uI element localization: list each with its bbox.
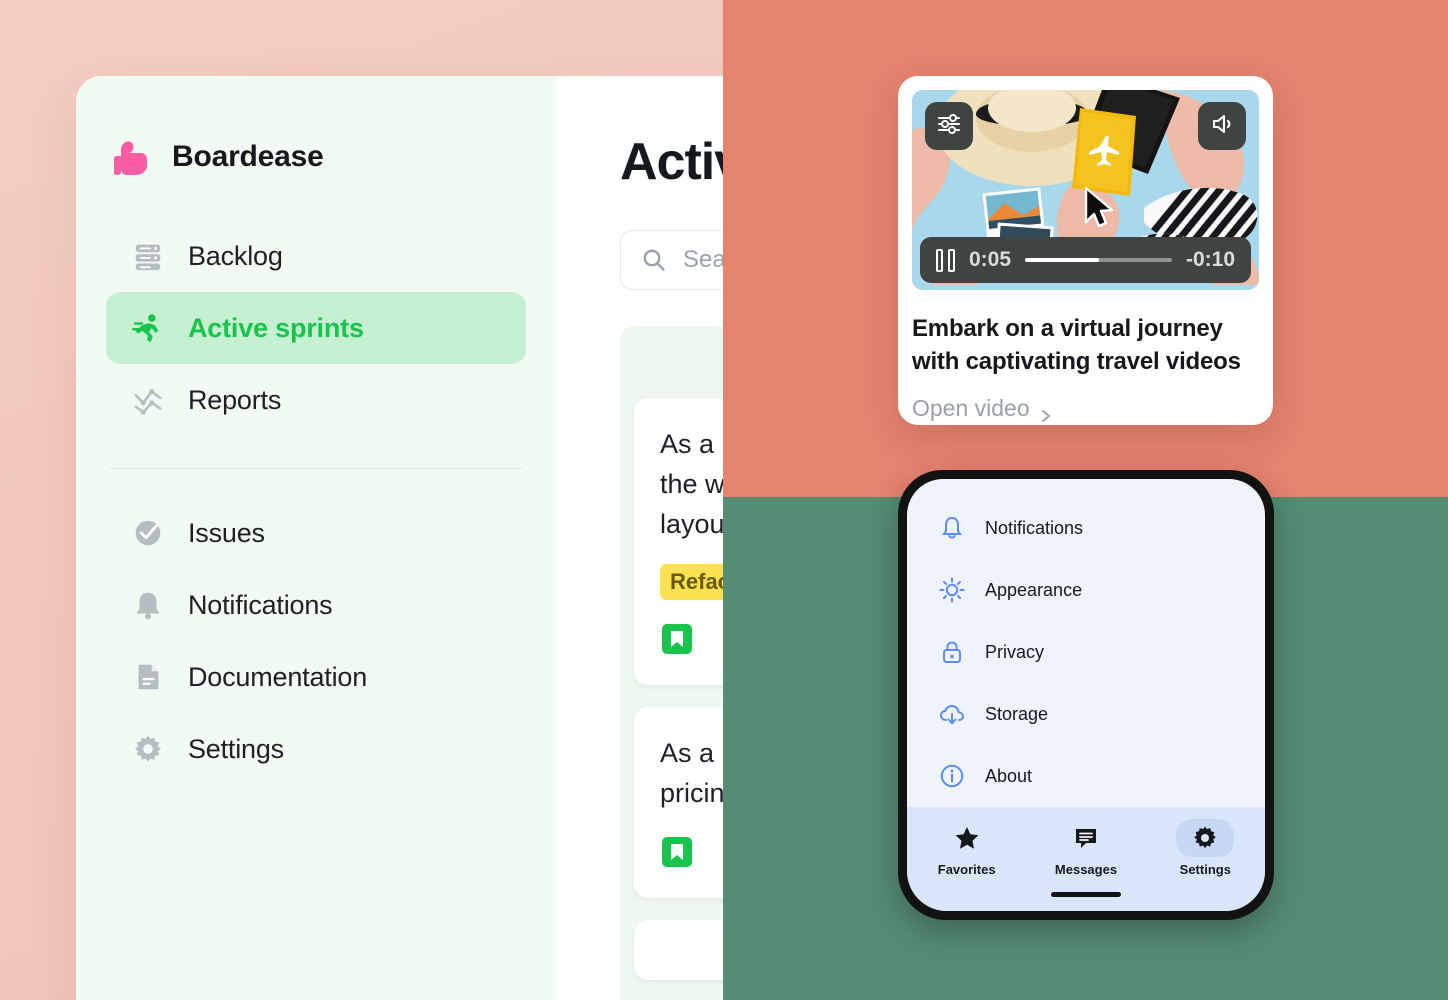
sliders-icon	[936, 111, 962, 142]
server-stack-icon	[130, 238, 166, 274]
sidebar-item-label: Notifications	[188, 589, 333, 620]
phone-row-appearance[interactable]: Appearance	[907, 559, 1265, 621]
sidebar-item-active-sprints[interactable]: Active sprints	[106, 292, 526, 364]
sidebar-item-issues[interactable]: Issues	[106, 497, 526, 569]
video-time-elapsed: 0:05	[969, 248, 1012, 271]
cloud-download-icon	[937, 699, 967, 729]
phone-tab-label: Favorites	[937, 862, 996, 877]
open-video-label: Open video	[912, 395, 1030, 421]
nav-primary: Backlog Active sprints Reports	[106, 220, 526, 436]
star-icon	[919, 819, 1015, 857]
gear-icon	[130, 731, 166, 767]
chevron-right-icon	[1039, 402, 1053, 422]
check-circle-icon	[130, 515, 166, 551]
phone-row-privacy[interactable]: Privacy	[907, 621, 1265, 683]
phone-row-label: Appearance	[985, 579, 1083, 600]
phone-tab-settings[interactable]: Settings	[1157, 819, 1253, 877]
phone-row-label: About	[985, 765, 1033, 786]
phone-row-label: Notifications	[985, 517, 1084, 538]
phone-mockup: Notifications Appearance Privacy Storage…	[898, 470, 1274, 920]
open-video-link[interactable]: Open video	[912, 395, 1259, 422]
phone-row-storage[interactable]: Storage	[907, 683, 1265, 745]
video-card[interactable]: 0:05 -0:10 Embark on a virtual journey w…	[898, 76, 1273, 425]
speaker-icon	[1209, 111, 1235, 142]
bookmark-icon[interactable]	[660, 624, 694, 660]
sidebar-item-label: Reports	[188, 384, 282, 415]
lock-icon	[937, 637, 967, 667]
sun-icon	[937, 575, 967, 605]
screenshot-root: Boardease Backlog Active sprints Reports…	[0, 0, 1448, 1000]
pink-hand-pointing-icon	[108, 134, 154, 180]
chat-icon	[1038, 819, 1134, 857]
sidebar-item-label: Documentation	[188, 661, 368, 692]
video-card-title: Embark on a virtual journey with captiva…	[912, 315, 1241, 375]
sidebar-item-label: Issues	[188, 517, 265, 548]
phone-tab-favorites[interactable]: Favorites	[919, 819, 1015, 877]
document-icon	[130, 659, 166, 695]
phone-row-about[interactable]: About	[907, 745, 1265, 807]
video-settings-button[interactable]	[925, 102, 973, 150]
pause-icon[interactable]	[936, 248, 955, 272]
phone-row-notifications[interactable]: Notifications	[907, 497, 1265, 559]
sidebar-item-backlog[interactable]: Backlog	[106, 220, 526, 292]
phone-settings-list: Notifications Appearance Privacy Storage…	[907, 479, 1265, 807]
sidebar-item-settings[interactable]: Settings	[106, 713, 526, 785]
sidebar: Boardease Backlog Active sprints Reports…	[76, 76, 556, 1000]
phone-tab-messages[interactable]: Messages	[1038, 819, 1134, 877]
sidebar-item-label: Active sprints	[188, 312, 364, 343]
nav-secondary: Issues Notifications Documentation Setti…	[106, 497, 526, 785]
video-volume-button[interactable]	[1198, 102, 1246, 150]
sidebar-item-label: Backlog	[188, 240, 283, 271]
video-progress-bar[interactable]	[1025, 258, 1172, 262]
sidebar-item-notifications[interactable]: Notifications	[106, 569, 526, 641]
phone-tab-label: Settings	[1179, 862, 1231, 877]
bookmark-icon[interactable]	[660, 837, 694, 873]
brand: Boardease	[106, 106, 526, 192]
sidebar-item-reports[interactable]: Reports	[106, 364, 526, 436]
bell-icon	[937, 513, 967, 543]
sidebar-item-documentation[interactable]: Documentation	[106, 641, 526, 713]
video-progress-fill	[1025, 258, 1099, 262]
gear-icon	[1176, 819, 1235, 857]
home-indicator	[1051, 892, 1121, 897]
phone-row-label: Privacy	[985, 641, 1045, 662]
search-icon	[641, 247, 667, 273]
sidebar-item-label: Settings	[188, 733, 284, 764]
bell-icon	[130, 587, 166, 623]
sidebar-divider	[110, 468, 522, 469]
line-chart-icon	[130, 382, 166, 418]
phone-tab-label: Messages	[1054, 862, 1118, 877]
phone-row-label: Storage	[985, 703, 1049, 724]
phone-screen: Notifications Appearance Privacy Storage…	[907, 479, 1265, 911]
brand-name: Boardease	[172, 140, 324, 173]
video-controls: 0:05 -0:10	[920, 237, 1251, 283]
info-circle-icon	[937, 761, 967, 791]
video-thumbnail[interactable]: 0:05 -0:10	[912, 90, 1259, 290]
running-person-icon	[130, 310, 166, 346]
video-time-remaining: -0:10	[1185, 248, 1235, 271]
